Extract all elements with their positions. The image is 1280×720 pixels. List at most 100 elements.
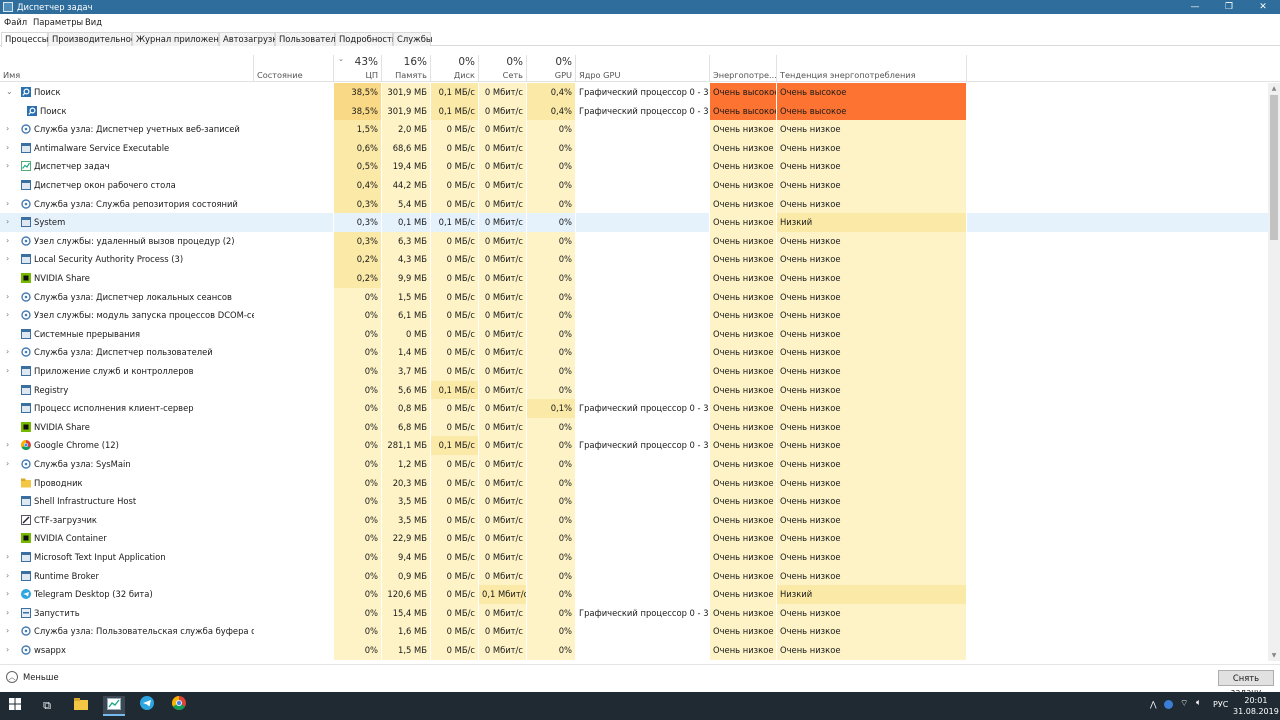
process-row[interactable]: › Диспетчер задач 0,5% 19,4 МБ 0 МБ/с 0 Мбит/… xyxy=(0,157,1268,176)
column-name[interactable]: Имя xyxy=(0,55,254,82)
menu-view[interactable]: Вид xyxy=(85,17,102,27)
chevron-right-icon[interactable]: › xyxy=(6,288,9,307)
chevron-right-icon[interactable]: › xyxy=(6,213,9,232)
chrome-taskbar-icon[interactable] xyxy=(168,696,190,716)
tab-services[interactable]: Службы xyxy=(393,32,432,46)
column-network[interactable]: 0% Сеть xyxy=(479,55,527,82)
process-row[interactable]: Shell Infrastructure Host 0% 3,5 МБ 0 МБ/с 0… xyxy=(0,492,1268,511)
chevron-right-icon[interactable]: › xyxy=(6,585,9,604)
clock-date: 31.08.2019 xyxy=(1233,707,1279,716)
maximize-button[interactable]: ❐ xyxy=(1212,0,1246,14)
process-row[interactable]: Процесс исполнения клиент-сервер 0% 0,8 МБ… xyxy=(0,399,1268,418)
process-row[interactable]: ⌄ Поиск 38,5% 301,9 МБ 0,1 МБ/с 0 Мбит/с 0,4% Г… xyxy=(0,83,1268,102)
process-row[interactable]: Поиск 38,5% 301,9 МБ 0,1 МБ/с 0 Мбит/с 0,4% Гр… xyxy=(0,101,1268,121)
chevron-right-icon[interactable]: › xyxy=(6,250,9,269)
cell-mem: 3,5 МБ xyxy=(382,492,431,511)
tab-processes[interactable]: Процессы xyxy=(1,32,48,47)
process-row[interactable]: › Приложение служб и контроллеров 0% 3,7 МБ… xyxy=(0,362,1268,381)
tab-performance[interactable]: Производительность xyxy=(48,32,145,46)
tab-users[interactable]: Пользователи xyxy=(275,32,341,46)
windows-start-icon[interactable] xyxy=(4,696,26,716)
chevron-right-icon[interactable]: › xyxy=(6,362,9,381)
input-language[interactable]: РУС xyxy=(1213,700,1228,709)
process-row[interactable]: › Узел службы: удаленный вызов процедур (… xyxy=(0,231,1268,251)
process-row[interactable]: › Узел службы: модуль запуска процессов D… xyxy=(0,306,1268,325)
scroll-down-icon[interactable]: ▼ xyxy=(1268,652,1280,659)
process-row[interactable]: › Служба узла: Диспетчер учетных веб-запи… xyxy=(0,120,1268,139)
process-row[interactable]: › Служба узла: Пользовательская служба бу… xyxy=(0,622,1268,641)
chevron-right-icon[interactable]: › xyxy=(6,455,9,474)
tab-details[interactable]: Подробности xyxy=(335,32,397,46)
end-task-button[interactable]: Снять задачу xyxy=(1218,670,1274,697)
process-row[interactable]: › Служба узла: Служба репозитория состоян… xyxy=(0,194,1268,214)
cell-trend: Очень низкое xyxy=(777,287,967,307)
process-row[interactable]: NVIDIA Container 0% 22,9 МБ 0 МБ/с 0 Мбит/с 0… xyxy=(0,529,1268,548)
process-row[interactable]: › Runtime Broker 0% 0,9 МБ 0 МБ/с 0 Мбит/с 0% О… xyxy=(0,566,1268,586)
chevron-right-icon[interactable]: › xyxy=(6,195,9,214)
process-row[interactable]: › Служба узла: Диспетчер локальных сеансо… xyxy=(0,287,1268,307)
process-row[interactable]: › Microsoft Text Input Application 0% 9,4 М… xyxy=(0,548,1268,567)
column-disk[interactable]: 0% Диск xyxy=(431,55,479,82)
column-power-usage[interactable]: Энергопотре... xyxy=(710,55,777,82)
process-row[interactable]: › Google Chrome (12) 0% 281,1 МБ 0,1 МБ/с 0 М… xyxy=(0,436,1268,455)
clock[interactable]: 20:01 31.08.2019 xyxy=(1233,695,1279,717)
fewer-details-link[interactable]: Меньше xyxy=(23,672,59,682)
process-row[interactable]: › Antimalware Service Executable 0,6% 68,6 … xyxy=(0,138,1268,158)
process-row[interactable]: Диспетчер окон рабочего стола 0,4% 44,2 МБ… xyxy=(0,176,1268,195)
scrollbar-thumb[interactable] xyxy=(1270,95,1278,240)
process-row[interactable]: NVIDIA Share 0,2% 9,9 МБ 0 МБ/с 0 Мбит/с 0% Оч… xyxy=(0,269,1268,288)
process-row[interactable]: › Telegram Desktop (32 бита) 0% 120,6 МБ 0 М… xyxy=(0,585,1268,604)
file-explorer-taskbar-icon[interactable] xyxy=(70,696,92,716)
menu-file[interactable]: Файл xyxy=(4,17,27,27)
chevron-right-icon[interactable]: › xyxy=(6,120,9,139)
chevron-right-icon[interactable]: › xyxy=(6,157,9,176)
process-row[interactable]: › Local Security Authority Process (3) 0,2… xyxy=(0,250,1268,269)
chevron-right-icon[interactable]: › xyxy=(6,306,9,325)
cell-trend: Очень низкое xyxy=(777,231,967,251)
process-row[interactable]: NVIDIA Share 0% 6,8 МБ 0 МБ/с 0 Мбит/с 0% Очен… xyxy=(0,417,1268,437)
window-app-icon xyxy=(21,552,31,562)
process-row[interactable]: Проводник 0% 20,3 МБ 0 МБ/с 0 Мбит/с 0% Очень … xyxy=(0,473,1268,493)
minimize-button[interactable]: — xyxy=(1178,0,1212,14)
process-row[interactable]: Системные прерывания 0% 0 МБ 0 МБ/с 0 Мбит/с… xyxy=(0,324,1268,344)
chevron-right-icon[interactable]: › xyxy=(6,436,9,455)
chevron-right-icon[interactable]: › xyxy=(6,567,9,586)
process-row[interactable]: Registry 0% 5,6 МБ 0,1 МБ/с 0 Мбит/с 0% Очень … xyxy=(0,380,1268,400)
column-gpu[interactable]: 0% GPU xyxy=(527,55,576,82)
column-memory[interactable]: 16% Память xyxy=(382,55,431,82)
process-row[interactable]: › Служба узла: Диспетчер пользователей 0% 1… xyxy=(0,343,1268,362)
process-row[interactable]: › Запустить 0% 15,4 МБ 0 МБ/с 0 Мбит/с 0% Графи… xyxy=(0,603,1268,623)
chevron-right-icon[interactable]: › xyxy=(6,641,9,660)
tray-app-icon[interactable] xyxy=(1164,700,1173,709)
task-view-icon[interactable]: ⧉ xyxy=(36,696,58,716)
tab-startup[interactable]: Автозагрузка xyxy=(219,32,283,46)
process-row[interactable]: › Служба узла: SysMain 0% 1,2 МБ 0 МБ/с 0 Мби… xyxy=(0,455,1268,474)
volume-icon[interactable]: 🔈︎ xyxy=(1196,698,1201,708)
scroll-up-icon[interactable]: ▲ xyxy=(1268,85,1280,92)
chevron-down-icon[interactable]: ⌄ xyxy=(6,83,13,102)
chevron-right-icon[interactable]: › xyxy=(6,548,9,567)
menu-options[interactable]: Параметры xyxy=(33,17,83,27)
task-manager-taskbar-icon[interactable] xyxy=(103,696,125,716)
chevron-right-icon[interactable]: › xyxy=(6,604,9,623)
telegram-taskbar-icon[interactable] xyxy=(136,696,158,716)
column-gpu-engine[interactable]: Ядро GPU xyxy=(576,55,710,82)
chevron-right-icon[interactable]: › xyxy=(6,622,9,641)
tab-app-history[interactable]: Журнал приложений xyxy=(132,32,230,46)
process-row[interactable]: › System 0,3% 0,1 МБ 0,1 МБ/с 0 Мбит/с 0% Очень… xyxy=(0,213,1268,232)
column-status[interactable]: Состояние xyxy=(254,55,334,82)
close-button[interactable]: ✕ xyxy=(1246,0,1280,14)
process-row[interactable]: CTF-загрузчик 0% 3,5 МБ 0 МБ/с 0 Мбит/с 0% Оче… xyxy=(0,510,1268,530)
process-row[interactable]: › wsappx 0% 1,5 МБ 0 МБ/с 0 Мбит/с 0% Очень низ… xyxy=(0,641,1268,660)
task-manager-icon xyxy=(3,2,13,12)
column-power-trend[interactable]: Тенденция энергопотребления xyxy=(777,55,967,82)
network-icon[interactable]: ⌔ xyxy=(1180,698,1188,709)
chevron-up-icon[interactable]: ︿ xyxy=(6,671,18,683)
chevron-right-icon[interactable]: › xyxy=(6,232,9,251)
tray-chevron-icon[interactable]: ⋀ xyxy=(1150,700,1157,709)
vertical-scrollbar[interactable]: ▲ ▼ xyxy=(1268,83,1280,661)
cell-net: 0 Мбит/с xyxy=(479,324,527,344)
chevron-right-icon[interactable]: › xyxy=(6,139,9,158)
cell-disk: 0 МБ/с xyxy=(431,529,479,548)
chevron-right-icon[interactable]: › xyxy=(6,343,9,362)
